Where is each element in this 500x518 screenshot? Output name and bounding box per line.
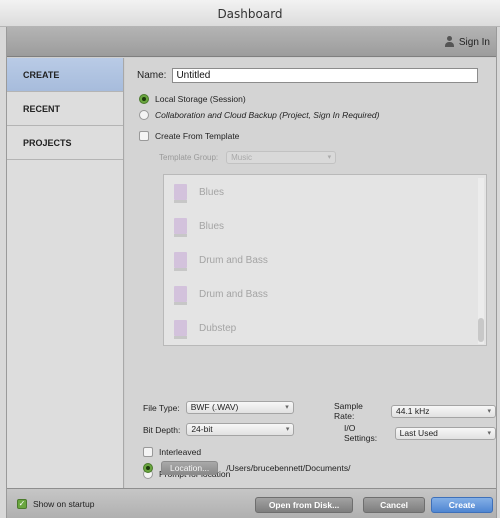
sidebar-item-create[interactable]: CREATE [7,58,123,92]
bit-depth-label: Bit Depth: [143,424,181,435]
checkbox-icon[interactable] [139,131,149,141]
template-name: Drum and Bass [199,254,268,266]
location-path: /Users/brucebennett/Documents/ [226,463,351,473]
bit-depth-row: Bit Depth: 24-bit ▾ [143,423,295,436]
interleaved-option[interactable]: Interleaved [143,447,201,457]
radio-icon[interactable] [139,110,149,120]
io-settings-row: I/O Settings: Last Used ▾ [344,423,496,443]
local-storage-label: Local Storage (Session) [155,94,246,104]
local-storage-option[interactable]: Local Storage (Session) [139,94,246,104]
template-group-label: Template Group: [159,153,219,162]
title-bar: Dashboard [0,0,500,27]
name-row: Name: Untitled [137,68,479,83]
template-group-value: Music [231,153,253,162]
create-from-template-label: Create From Template [155,131,240,141]
location-row: Location... /Users/brucebennett/Document… [143,461,351,475]
sign-in-button[interactable]: Sign In [444,36,490,48]
template-name: Drum and Bass [199,288,268,300]
scrollbar-thumb[interactable] [478,318,484,342]
dashboard-window: Sign In CREATE RECENT PROJECTS Name: Unt… [6,27,497,518]
sample-rate-label: Sample Rate: [334,401,363,421]
template-list-scrollbar[interactable] [478,178,484,344]
show-on-startup-option[interactable]: ✓ Show on startup [17,499,94,509]
sidebar-item-projects[interactable]: PROJECTS [7,126,123,160]
checkbox-checked-icon[interactable]: ✓ [17,499,27,509]
template-file-icon [174,286,187,305]
name-label: Name: [137,70,167,81]
interleaved-label: Interleaved [159,447,202,457]
file-type-label: File Type: [143,402,180,413]
template-file-icon [174,218,187,237]
io-settings-select[interactable]: Last Used ▾ [394,426,496,440]
template-file-icon [174,184,187,203]
list-item[interactable]: Blues [164,175,486,209]
sample-rate-row: Sample Rate: 44.1 kHz ▾ [334,401,496,421]
template-name: Blues [199,220,225,232]
chevron-down-icon: ▾ [487,429,491,437]
io-settings-label: I/O Settings: [344,423,378,443]
create-from-template-option[interactable]: Create From Template [139,131,239,141]
radio-selected-icon[interactable] [139,94,149,104]
cloud-storage-label: Collaboration and Cloud Backup (Project,… [155,110,380,120]
create-button[interactable]: Create [431,497,493,513]
template-list[interactable]: Blues Blues Drum and Bass Drum and Bass … [163,174,487,346]
top-toolbar: Sign In [7,27,496,57]
template-name: Dubstep [199,322,237,334]
list-item[interactable]: Dubstep [164,311,486,345]
sidebar-item-label: PROJECTS [23,138,72,148]
sample-rate-select[interactable]: 44.1 kHz ▾ [390,404,496,418]
template-file-icon [174,320,187,339]
chevron-down-icon: ▾ [487,407,491,415]
cloud-storage-option[interactable]: Collaboration and Cloud Backup (Project,… [139,110,379,120]
list-item[interactable]: Drum and Bass [164,277,486,311]
sample-rate-value: 44.1 kHz [395,405,430,416]
window-title: Dashboard [217,7,283,21]
name-input[interactable]: Untitled [172,68,479,83]
radio-selected-icon[interactable] [143,463,153,473]
open-from-disk-button[interactable]: Open from Disk... [255,497,353,513]
template-group-row: Template Group: Music ▾ [159,151,337,164]
chevron-down-icon: ▾ [327,154,332,161]
chevron-down-icon: ▾ [285,426,290,433]
location-button[interactable]: Location... [161,461,219,475]
template-file-icon [174,252,187,271]
file-type-value: BWF (.WAV) [190,402,239,412]
footer-bar: ✓ Show on startup Open from Disk... Canc… [7,488,496,518]
bit-depth-value: 24-bit [191,424,213,434]
bit-depth-select[interactable]: 24-bit ▾ [186,423,295,436]
sidebar: CREATE RECENT PROJECTS [7,58,124,488]
sidebar-item-recent[interactable]: RECENT [7,92,123,126]
checkbox-icon[interactable] [143,447,153,457]
chevron-down-icon: ▾ [285,404,289,411]
template-name: Blues [199,186,225,198]
file-type-row: File Type: BWF (.WAV) ▾ [143,401,294,414]
user-icon [444,36,455,48]
create-panel: Name: Untitled Local Storage (Session) C… [125,58,496,488]
io-settings-value: Last Used [399,427,438,438]
list-item[interactable]: Blues [164,209,486,243]
sidebar-item-label: RECENT [23,104,61,114]
template-group-select[interactable]: Music ▾ [226,151,337,164]
sidebar-item-label: CREATE [23,70,60,80]
show-on-startup-label: Show on startup [33,499,95,509]
file-type-select[interactable]: BWF (.WAV) ▾ [185,401,294,414]
sign-in-label: Sign In [458,36,490,48]
cancel-button[interactable]: Cancel [363,497,425,513]
list-item[interactable]: Drum and Bass [164,243,486,277]
